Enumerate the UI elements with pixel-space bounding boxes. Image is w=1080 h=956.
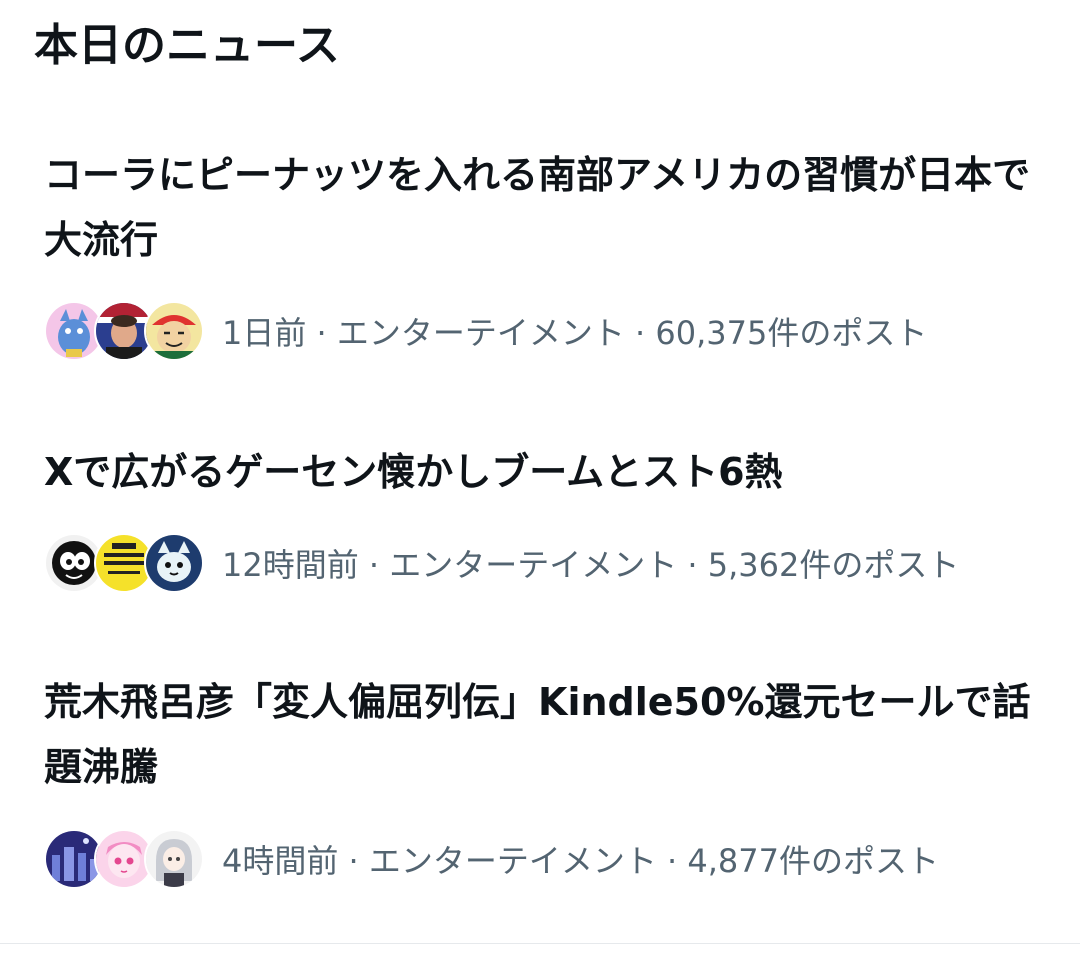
silver-hair-anime-avatar (146, 831, 202, 887)
news-meta: 4時間前 · エンターテイメント · 4,877件のポスト (222, 842, 940, 880)
avatar (144, 301, 204, 361)
news-meta: 12時間前 · エンターテイメント · 5,362件のポスト (222, 546, 960, 584)
news-headline: 荒木飛呂彦「変人偏屈列伝」Kindle50%還元セールで話題沸騰 (44, 680, 1031, 789)
news-headline: Xで広がるゲーセン懐かしブームとスト6熱 (44, 450, 783, 494)
news-meta-row: 1日前 · エンターテイメント · 60,375件のポスト (44, 301, 1034, 361)
news-item[interactable]: コーラにピーナッツを入れる南部アメリカの習慣が日本で大流行 1日前 · エンター… (0, 140, 1080, 370)
avatar-stack (44, 533, 204, 593)
red-cap-cartoon-avatar (146, 303, 202, 359)
avatar (144, 533, 204, 593)
news-item[interactable]: 荒木飛呂彦「変人偏屈列伝」Kindle50%還元セールで話題沸騰 4時間前 · … (0, 670, 1080, 900)
news-meta-row: 12時間前 · エンターテイメント · 5,362件のポスト (44, 533, 1034, 593)
news-meta-row: 4時間前 · エンターテイメント · 4,877件のポスト (44, 829, 1034, 889)
news-meta: 1日前 · エンターテイメント · 60,375件のポスト (222, 314, 928, 352)
avatar-stack (44, 301, 204, 361)
avatar (144, 829, 204, 889)
news-item[interactable]: Xで広がるゲーセン懐かしブームとスト6熱 12時間前 · エンターテイメント ·… (0, 440, 1080, 600)
divider (0, 943, 1080, 944)
avatar-stack (44, 829, 204, 889)
news-headline: コーラにピーナッツを入れる南部アメリカの習慣が日本で大流行 (44, 153, 1031, 262)
section-title: 本日のニュース (34, 20, 340, 71)
cat-avatar (146, 535, 202, 591)
